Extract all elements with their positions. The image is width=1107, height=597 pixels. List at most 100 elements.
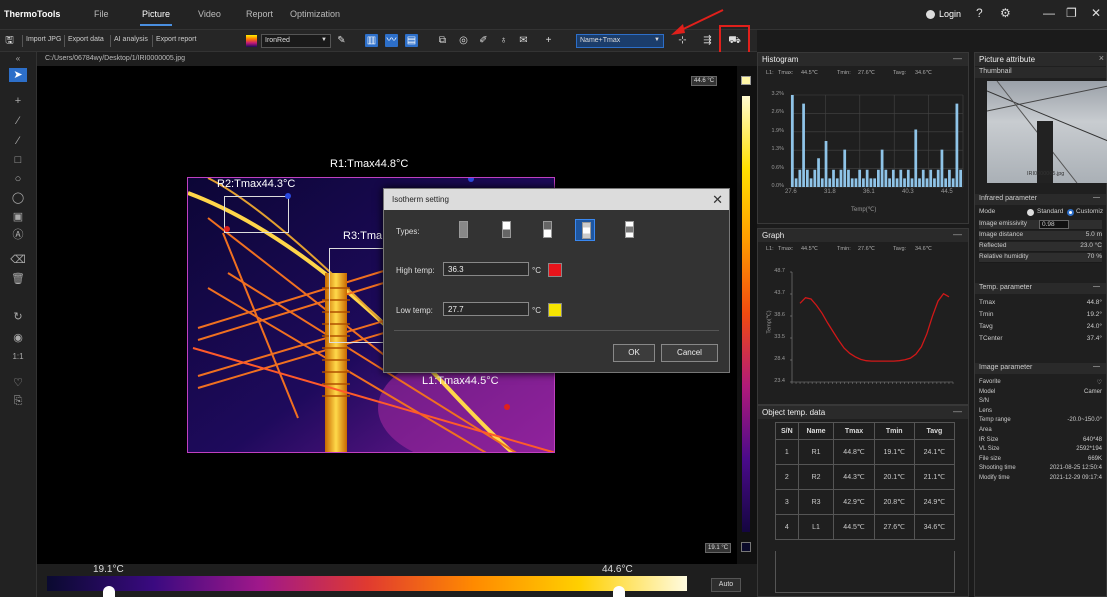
export-icon[interactable]: ⎘ bbox=[9, 394, 27, 408]
col-header-tmin[interactable]: Tmin bbox=[873, 422, 915, 440]
thumbnail-scene bbox=[987, 81, 1107, 183]
standard-radio-label[interactable]: Standard bbox=[1037, 208, 1063, 215]
select-tool-icon[interactable]: ➤ bbox=[9, 68, 27, 82]
type-option-1[interactable] bbox=[453, 219, 473, 241]
auto-button[interactable]: Auto bbox=[711, 578, 741, 592]
menu-report[interactable]: Report bbox=[246, 9, 273, 19]
crosshair-icon[interactable]: + bbox=[542, 34, 555, 47]
close-panel-icon[interactable]: × bbox=[1099, 53, 1104, 63]
area-tool-icon[interactable]: ▣ bbox=[9, 210, 27, 224]
collapse-section-icon[interactable]: — bbox=[1093, 363, 1100, 370]
help-icon[interactable]: ? bbox=[976, 6, 983, 20]
note-icon[interactable]: ✉ bbox=[517, 34, 530, 47]
favorite-icon[interactable]: ♡ bbox=[9, 376, 27, 390]
high-temp-input[interactable] bbox=[443, 262, 529, 276]
colorbar-low-handle[interactable] bbox=[103, 586, 115, 597]
import-jpg-button[interactable]: Import JPG bbox=[26, 36, 61, 43]
text-tool-icon[interactable]: Ⓐ bbox=[9, 228, 27, 242]
distance-value[interactable]: 5.0 m bbox=[1086, 231, 1102, 238]
zoom-icon[interactable]: ◉ bbox=[9, 331, 27, 345]
temp-param-header: Temp. parameter — bbox=[975, 283, 1106, 294]
table-row[interactable]: 1 R1 44.8℃ 19.1℃ 24.1℃ bbox=[775, 439, 956, 465]
col-header-sn[interactable]: S/N bbox=[775, 422, 799, 440]
close-icon[interactable]: ✕ bbox=[712, 192, 723, 208]
thumbnail-image[interactable]: IRI0000005.jpg bbox=[987, 81, 1107, 183]
ellipse-tool-icon[interactable]: ◯ bbox=[9, 191, 27, 205]
low-temp-input[interactable] bbox=[443, 302, 529, 316]
table-cell: R3 bbox=[797, 489, 835, 515]
edit-icon[interactable]: ✐ bbox=[477, 34, 490, 47]
type-option-3[interactable] bbox=[537, 219, 557, 241]
collapse-icon[interactable]: « bbox=[9, 52, 27, 66]
actual-size-icon[interactable]: 1:1 bbox=[9, 350, 27, 364]
collapse-section-icon[interactable]: — bbox=[1093, 283, 1100, 290]
color-picker-icon[interactable]: ✎ bbox=[335, 34, 348, 47]
restore-icon[interactable]: ❐ bbox=[1066, 6, 1077, 20]
table-row[interactable]: 4 L1 44.5℃ 27.6℃ 34.6℃ bbox=[775, 514, 956, 540]
type-option-2[interactable] bbox=[496, 219, 516, 241]
scale-min-color[interactable] bbox=[741, 542, 751, 552]
tmax-row: Tmax 44.8° bbox=[979, 299, 1102, 309]
reflected-label: Reflected bbox=[979, 242, 1007, 249]
menu-picture[interactable]: Picture bbox=[139, 9, 173, 26]
palette-select[interactable]: IronRed ▼ bbox=[261, 34, 331, 48]
col-header-tmax[interactable]: Tmax bbox=[833, 422, 875, 440]
compare-icon[interactable]: ◎ bbox=[457, 34, 470, 47]
custom-radio-label[interactable]: Customiz bbox=[1076, 208, 1103, 215]
microphone-icon[interactable]: ♁ bbox=[497, 34, 510, 47]
high-temp-color-swatch[interactable] bbox=[548, 263, 562, 277]
roi-r3-box[interactable] bbox=[329, 248, 384, 343]
table-cell: 20.1℃ bbox=[873, 464, 915, 490]
menu-video[interactable]: Video bbox=[198, 9, 221, 19]
settings-icon[interactable]: ⚙ bbox=[1000, 6, 1011, 20]
low-temp-color-swatch[interactable] bbox=[548, 303, 562, 317]
temp-param-title: Temp. parameter bbox=[979, 284, 1032, 291]
table-row[interactable]: 2 R2 44.3℃ 20.1℃ 21.1℃ bbox=[775, 464, 956, 490]
histogram-bar bbox=[925, 178, 929, 187]
point-tool-icon[interactable]: + bbox=[9, 94, 27, 108]
circle-tool-icon[interactable]: ○ bbox=[9, 172, 27, 186]
fusion-icon[interactable]: ⧉ bbox=[436, 34, 449, 47]
login-button[interactable]: Login bbox=[939, 9, 961, 19]
colorbar-high-handle[interactable] bbox=[613, 586, 625, 597]
delete-icon[interactable]: 🗑 bbox=[9, 272, 27, 286]
scale-max-color[interactable] bbox=[741, 76, 751, 85]
image-param-row: Temp range -20.0~150.0° bbox=[979, 417, 1102, 426]
type-option-4[interactable] bbox=[575, 219, 595, 241]
menu-optimization[interactable]: Optimization bbox=[290, 9, 340, 19]
user-icon[interactable] bbox=[926, 10, 935, 19]
ai-analysis-button[interactable]: AI analysis bbox=[114, 36, 148, 43]
type-option-5[interactable] bbox=[619, 219, 639, 241]
standard-radio[interactable] bbox=[1027, 209, 1034, 216]
collapse-section-icon[interactable]: — bbox=[1093, 194, 1100, 201]
rectangle-tool-icon[interactable]: □ bbox=[9, 153, 27, 167]
roi-r2-box[interactable] bbox=[224, 196, 289, 233]
cancel-button[interactable]: Cancel bbox=[661, 344, 718, 362]
table-row[interactable]: 3 R3 42.9℃ 20.8℃ 24.9℃ bbox=[775, 489, 956, 515]
humidity-value[interactable]: 70 % bbox=[1087, 253, 1102, 260]
menu-file[interactable]: File bbox=[94, 9, 109, 19]
line-tool-icon[interactable]: ⁄ bbox=[9, 114, 27, 128]
rotate-icon[interactable]: ↻ bbox=[9, 310, 27, 324]
col-header-tavg[interactable]: Tavg bbox=[913, 422, 956, 440]
polyline-tool-icon[interactable]: ⁄ bbox=[9, 134, 27, 148]
label-mode-select[interactable]: Name+Tmax ▼ bbox=[576, 34, 664, 48]
favorite-heart-icon[interactable]: ♡ bbox=[1097, 379, 1102, 386]
emissivity-input[interactable]: 0.98 bbox=[1039, 220, 1069, 229]
close-icon[interactable]: ✕ bbox=[1091, 6, 1101, 20]
export-report-button[interactable]: Export report bbox=[156, 36, 196, 43]
reflected-value[interactable]: 23.0 °C bbox=[1080, 242, 1102, 249]
graph-icon[interactable]: 〰 bbox=[385, 34, 398, 47]
eraser-icon[interactable]: ⌫ bbox=[9, 253, 27, 267]
thumbnail-header: Thumbnail bbox=[975, 67, 1106, 78]
custom-radio[interactable] bbox=[1067, 209, 1074, 216]
save-icon[interactable]: 🖫 bbox=[3, 34, 16, 47]
table-cell: 44.3℃ bbox=[833, 464, 875, 490]
minimize-panel-icon[interactable]: — bbox=[953, 406, 962, 416]
table-icon[interactable]: ▤ bbox=[405, 34, 418, 47]
minimize-icon[interactable]: — bbox=[1043, 6, 1055, 20]
histogram-icon[interactable]: ▥ bbox=[365, 34, 378, 47]
export-data-button[interactable]: Export data bbox=[68, 36, 104, 43]
col-header-name[interactable]: Name bbox=[797, 422, 835, 440]
ok-button[interactable]: OK bbox=[613, 344, 655, 362]
